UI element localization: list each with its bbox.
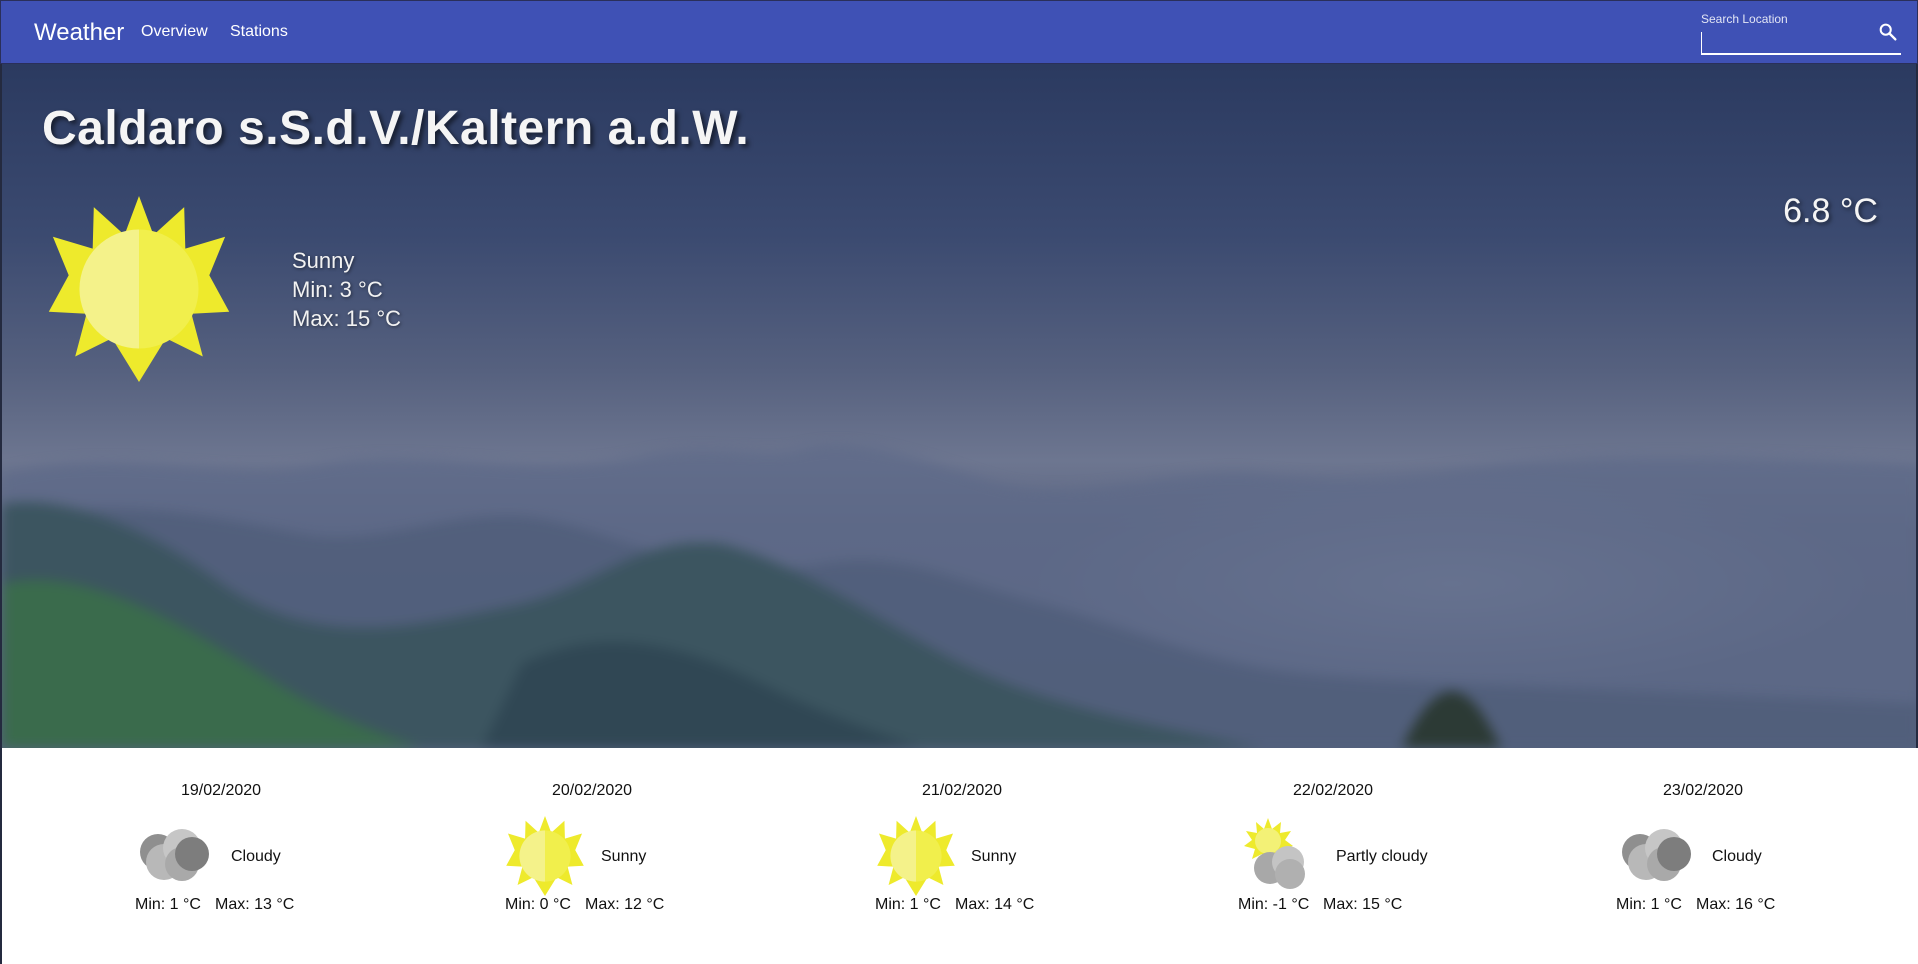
forecast-day: 21/02/2020 Sunny Min: 1 °C Max: 14 °C <box>777 748 1147 964</box>
current-max: Max: 15 °C <box>292 306 402 331</box>
forecast-condition: Cloudy <box>231 848 281 865</box>
current-min: Min: 3 °C <box>292 277 383 302</box>
app-bar: Weather Overview Stations Search Locatio… <box>0 0 1918 64</box>
forecast-day: 23/02/2020 Cloudy Min: 1 °C Max: 16 °C <box>1518 748 1888 964</box>
forecast-strip: 19/02/2020 Cloudy Min: 1 °C Max: 13 °C 2… <box>0 748 1918 964</box>
sun-icon <box>506 816 584 896</box>
forecast-date: 23/02/2020 <box>1662 782 1744 799</box>
current-temperature: 6.8 °C <box>1783 192 1878 230</box>
nav-stations[interactable]: Stations <box>230 23 288 41</box>
forecast-max: Max: 13 °C <box>215 896 295 913</box>
forecast-condition: Cloudy <box>1712 848 1762 865</box>
forecast-max: Max: 12 °C <box>585 896 665 913</box>
forecast-max: Max: 14 °C <box>955 896 1035 913</box>
forecast-condition: Partly cloudy <box>1336 848 1428 865</box>
forecast-min: Min: 0 °C <box>505 896 571 913</box>
forecast-min: Min: -1 °C <box>1238 896 1310 913</box>
search-underline <box>1701 53 1901 55</box>
forecast-date: 20/02/2020 <box>551 782 633 799</box>
forecast-condition: Sunny <box>971 848 1017 865</box>
forecast-max: Max: 15 °C <box>1323 896 1403 913</box>
current-condition: Sunny <box>292 248 355 273</box>
location-title: Caldaro s.S.d.V./Kaltern a.d.W. <box>42 102 750 155</box>
forecast-day: 22/02/2020 Partly cloudy Min: -1 °C Max:… <box>1148 748 1518 964</box>
nav-overview[interactable]: Overview <box>141 23 208 41</box>
current-weather-panel: Caldaro s.S.d.V./Kaltern a.d.W. Sunny Mi… <box>0 64 1918 748</box>
sun-icon <box>877 816 955 896</box>
forecast-date: 21/02/2020 <box>921 782 1003 799</box>
partly-cloudy-icon <box>1244 818 1305 889</box>
sun-icon <box>48 196 230 382</box>
forecast-min: Min: 1 °C <box>1616 896 1682 913</box>
forecast-date: 19/02/2020 <box>180 782 262 799</box>
search-label: Search Location <box>1701 12 1788 26</box>
cloud-icon <box>140 829 209 881</box>
search-location: Search Location <box>1701 11 1901 55</box>
search-input[interactable] <box>1701 32 1874 54</box>
forecast-day: 19/02/2020 Cloudy Min: 1 °C Max: 13 °C <box>36 748 406 964</box>
search-icon[interactable] <box>1877 21 1899 43</box>
forecast-min: Min: 1 °C <box>875 896 941 913</box>
cloud-icon <box>1622 829 1691 881</box>
current-conditions: Sunny Min: 3 °C Max: 15 °C <box>292 246 401 333</box>
app-title[interactable]: Weather <box>34 19 124 47</box>
forecast-condition: Sunny <box>601 848 647 865</box>
background-landscape <box>2 444 1916 748</box>
forecast-max: Max: 16 °C <box>1696 896 1776 913</box>
forecast-min: Min: 1 °C <box>135 896 201 913</box>
forecast-date: 22/02/2020 <box>1292 782 1374 799</box>
forecast-day: 20/02/2020 Sunny Min: 0 °C Max: 12 °C <box>407 748 777 964</box>
